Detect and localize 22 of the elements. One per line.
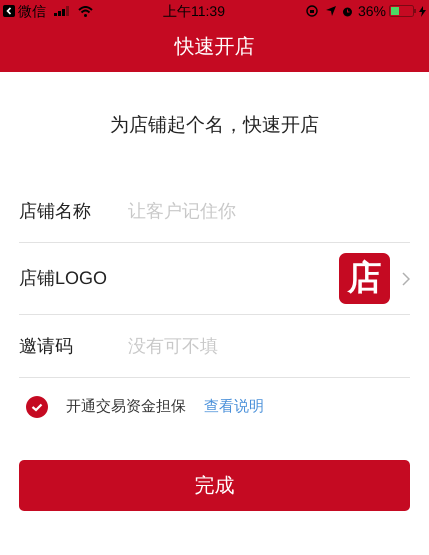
finish-button[interactable]: 完成 [19,460,410,511]
checkbox[interactable] [26,396,48,418]
chevron-right-icon [402,272,410,286]
rotation-lock-icon [306,5,318,17]
view-explanation-link[interactable]: 查看说明 [204,396,264,418]
shop-logo[interactable]: 店 [339,253,390,304]
heading: 为店铺起个名，快速开店 [110,114,319,138]
agreement-text: 开通交易资金担保 [66,396,186,417]
back-app-label[interactable]: 微信 [18,0,46,22]
page-title: 快速开店 [174,35,254,60]
alarm-icon [342,6,353,16]
field-label: 店铺名称 [19,200,92,222]
signal-icon [54,6,72,16]
field-label: 邀请码 [19,334,74,358]
clock-time: 上午11:39 [163,2,225,20]
wifi-icon [78,6,93,16]
back-icon[interactable] [3,5,15,17]
battery-icon [389,5,416,17]
battery-percent: 36% [358,2,386,20]
charging-bolt-icon [419,6,426,16]
field-label: 店铺LOGO [19,267,108,290]
location-arrow-icon [326,6,336,16]
